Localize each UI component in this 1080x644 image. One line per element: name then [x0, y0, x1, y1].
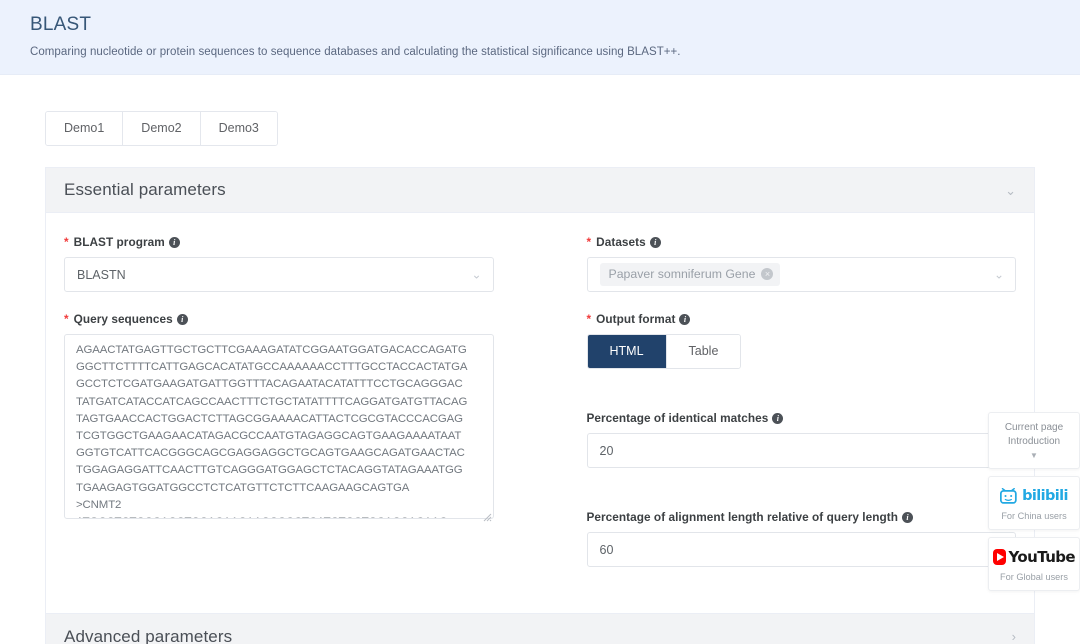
- youtube-wordmark: YouTube: [1008, 548, 1076, 566]
- datasets-select[interactable]: Papaver somniferum Gene × ⌄: [586, 257, 1016, 292]
- youtube-logo: YouTube: [993, 546, 1076, 568]
- advanced-parameters-title: Advanced parameters: [64, 626, 233, 644]
- parameters-panels: Essential parameters ⌄ * BLAST program i …: [45, 167, 1035, 644]
- bilibili-wordmark: bilibili: [1022, 488, 1068, 504]
- info-icon[interactable]: i: [168, 236, 180, 248]
- output-format-html-option[interactable]: HTML: [587, 335, 666, 368]
- datasets-label: * Datasets i: [587, 235, 1017, 249]
- chevron-right-icon[interactable]: ›: [1012, 630, 1016, 643]
- output-format-segmented-control: HTML Table: [586, 334, 742, 369]
- side-widgets: Current page Introduction ▼ bilibili For…: [988, 412, 1080, 591]
- query-sequences-input[interactable]: [64, 334, 494, 519]
- required-asterisk: *: [64, 312, 69, 326]
- demo-tabs-row: Demo1 Demo2 Demo3: [0, 75, 1080, 146]
- info-icon[interactable]: i: [176, 313, 188, 325]
- required-asterisk: *: [586, 235, 592, 249]
- page-title: BLAST: [30, 14, 92, 35]
- essential-parameters-header[interactable]: Essential parameters ⌄: [46, 168, 1034, 213]
- blast-program-label-text: BLAST program: [73, 235, 165, 249]
- pct-identical-label: Percentage of identical matches i: [587, 411, 1017, 425]
- pct-identical-field: Percentage of identical matches i: [586, 411, 1017, 468]
- essential-parameters-panel: Essential parameters ⌄ * BLAST program i …: [45, 167, 1035, 614]
- youtube-play-icon: [993, 549, 1006, 565]
- bilibili-logo: bilibili: [993, 485, 1075, 507]
- query-sequences-label-text: Query sequences: [73, 312, 173, 326]
- caret-down-icon[interactable]: ▼: [993, 451, 1075, 461]
- advanced-parameters-header[interactable]: Advanced parameters ›: [46, 614, 1034, 644]
- current-page-line2: Introduction: [1007, 436, 1061, 447]
- required-asterisk: *: [64, 235, 69, 249]
- output-format-label-text: Output format: [596, 312, 676, 326]
- demo-button-group: Demo1 Demo2 Demo3: [45, 111, 278, 146]
- datasets-field: * Datasets i Papaver somniferum Gene × ⌄: [586, 235, 1017, 292]
- demo2-button[interactable]: Demo2: [123, 112, 201, 145]
- bilibili-widget[interactable]: bilibili For China users: [988, 476, 1080, 530]
- output-format-field: * Output format i HTML Table: [586, 312, 1017, 369]
- page-subtitle: Comparing nucleotide or protein sequence…: [30, 46, 681, 58]
- blast-program-value: BLASTN: [77, 267, 126, 282]
- output-format-label: * Output format i: [587, 312, 1017, 326]
- demo3-button[interactable]: Demo3: [200, 112, 277, 145]
- youtube-caption: For Global users: [1000, 572, 1068, 582]
- blast-program-field: * BLAST program i BLASTN ⌄: [64, 235, 494, 292]
- bilibili-caption: For China users: [1001, 511, 1067, 521]
- bilibili-tv-icon: [1000, 487, 1017, 504]
- query-sequences-label: * Query sequences i: [64, 312, 494, 326]
- blast-program-label: * BLAST program i: [64, 235, 494, 249]
- datasets-label-text: Datasets: [596, 235, 646, 249]
- page-banner: BLAST Comparing nucleotide or protein se…: [0, 0, 1080, 75]
- output-column: * Output format i HTML Table Percentage o…: [586, 312, 1017, 587]
- pct-alignment-input[interactable]: [586, 532, 1016, 567]
- current-page-widget[interactable]: Current page Introduction ▼: [988, 412, 1080, 469]
- pct-alignment-label: Percentage of alignment length relative …: [587, 510, 1017, 524]
- query-sequences-textarea-wrap: [64, 334, 494, 524]
- output-format-table-option[interactable]: Table: [665, 335, 741, 368]
- pct-identical-label-text: Percentage of identical matches: [586, 411, 769, 425]
- pct-identical-input[interactable]: [586, 433, 1016, 468]
- chevron-down-icon[interactable]: ⌄: [471, 267, 481, 281]
- demo1-button[interactable]: Demo1: [46, 112, 124, 145]
- blast-program-select[interactable]: BLASTN ⌄: [64, 257, 494, 292]
- info-icon[interactable]: i: [772, 412, 784, 424]
- dataset-tag-label: Papaver somniferum Gene: [608, 266, 756, 281]
- info-icon[interactable]: i: [902, 511, 913, 523]
- youtube-widget[interactable]: YouTube For Global users: [988, 537, 1080, 591]
- pct-alignment-label-text: Percentage of alignment length relative …: [586, 510, 898, 524]
- essential-parameters-title: Essential parameters: [64, 180, 226, 199]
- essential-parameters-body: * BLAST program i BLASTN ⌄ * Datasets i: [46, 213, 1034, 613]
- advanced-parameters-panel: Advanced parameters ›: [45, 614, 1035, 644]
- required-asterisk: *: [586, 312, 592, 326]
- essential-form-grid: * BLAST program i BLASTN ⌄ * Datasets i: [58, 235, 1022, 587]
- info-icon[interactable]: i: [649, 236, 661, 248]
- query-sequences-field: * Query sequences i: [64, 312, 494, 567]
- chevron-down-icon[interactable]: ⌄: [1005, 184, 1016, 197]
- pct-alignment-field: Percentage of alignment length relative …: [586, 510, 1017, 567]
- close-icon[interactable]: ×: [761, 268, 774, 281]
- chevron-down-icon[interactable]: ⌄: [994, 267, 1004, 281]
- dataset-tag: Papaver somniferum Gene ×: [599, 262, 781, 287]
- current-page-line1: Current page: [1004, 422, 1064, 433]
- info-icon[interactable]: i: [679, 313, 691, 325]
